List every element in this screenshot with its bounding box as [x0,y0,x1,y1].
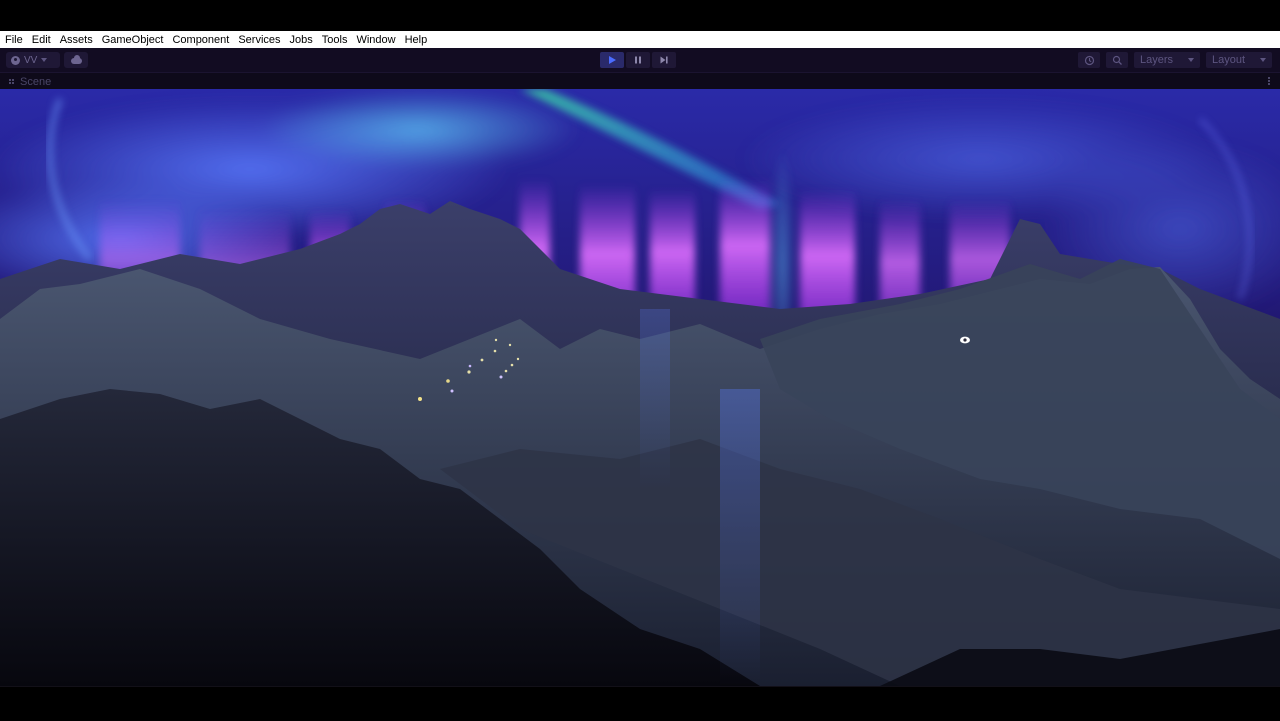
chevron-down-icon [1188,58,1194,62]
scene-viewport[interactable] [0,89,1280,686]
pause-icon [635,56,641,64]
menu-gameobject[interactable]: GameObject [97,34,168,46]
search-icon [1112,55,1122,65]
aurora-landscape-render [0,89,1280,686]
bottom-black-bar [0,686,1280,721]
account-icon [11,55,20,65]
pause-button[interactable] [626,52,650,68]
grid-icon [9,79,15,84]
menu-file[interactable]: File [0,34,27,46]
menu-assets[interactable]: Assets [55,34,97,46]
window-top-black-bar [0,0,1280,31]
main-menu-bar: File Edit Assets GameObject Component Se… [0,31,1280,48]
layout-dropdown[interactable]: Layout [1206,52,1272,68]
play-icon [609,56,616,64]
play-button[interactable] [600,52,624,68]
scene-tab-bar: Scene [0,72,1280,90]
tab-scene[interactable]: Scene [20,76,51,88]
menu-services[interactable]: Services [234,34,285,46]
history-icon [1084,55,1094,65]
light-beam [720,389,760,686]
step-icon [660,56,668,64]
menu-jobs[interactable]: Jobs [285,34,317,46]
more-options-icon[interactable] [1268,77,1270,85]
chevron-down-icon [1260,58,1266,62]
cloud-button[interactable] [64,52,88,68]
chevron-down-icon [41,58,48,62]
layout-label: Layout [1212,54,1246,66]
camera-gizmo-icon[interactable] [960,336,970,344]
toolbar-right-group: Layers Layout [1078,52,1272,68]
search-button[interactable] [1106,52,1128,68]
menu-window[interactable]: Window [352,34,400,46]
account-dropdown[interactable]: VV [6,52,60,68]
playmode-controls [600,52,676,68]
layers-dropdown[interactable]: Layers [1134,52,1200,68]
step-button[interactable] [652,52,676,68]
menu-tools[interactable]: Tools [317,34,352,46]
history-button[interactable] [1078,52,1100,68]
cloud-icon [70,55,82,64]
menu-component[interactable]: Component [168,34,234,46]
account-label: VV [24,54,38,66]
layers-label: Layers [1140,54,1174,66]
menu-edit[interactable]: Edit [27,34,55,46]
menu-help[interactable]: Help [400,34,432,46]
